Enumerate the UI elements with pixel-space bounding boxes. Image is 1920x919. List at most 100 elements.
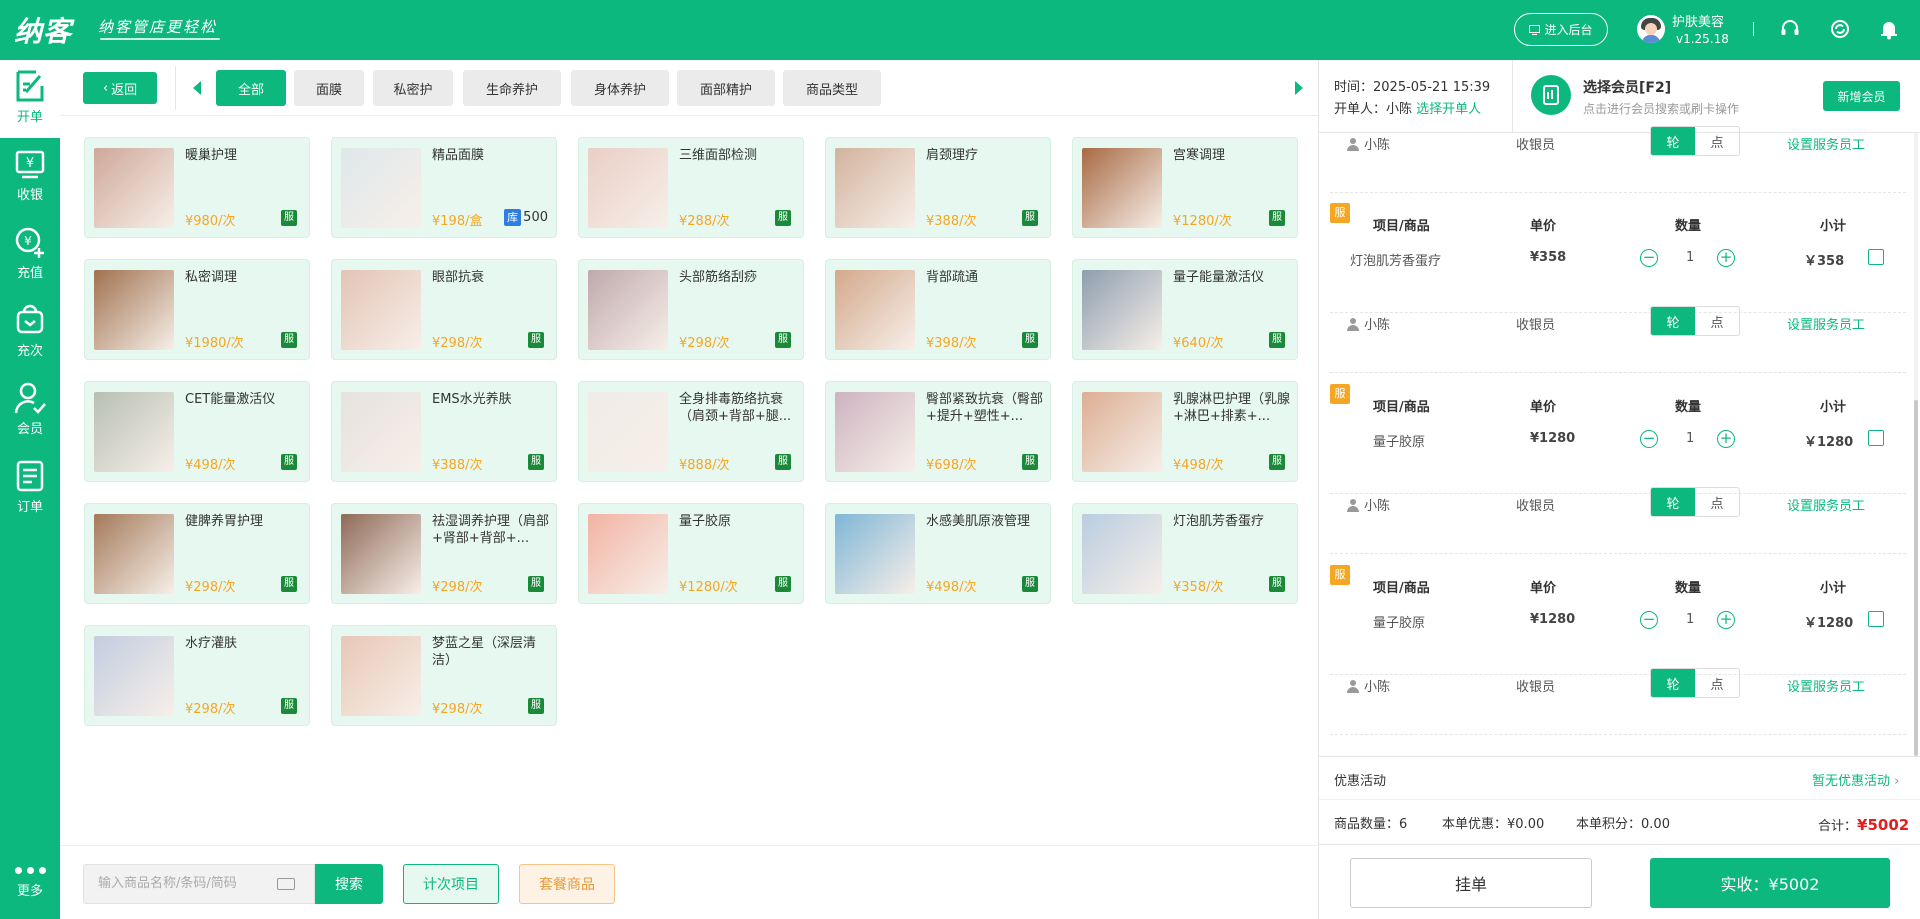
product-card[interactable]: 暖巢护理 ¥980/次 服 xyxy=(84,137,310,238)
back-button[interactable]: ‹ 返回 xyxy=(83,72,157,104)
scroll-right-icon[interactable] xyxy=(1295,81,1303,95)
search-button[interactable]: 搜索 xyxy=(315,864,383,904)
tab-product-type[interactable]: 商品类型 xyxy=(783,70,881,106)
product-image xyxy=(835,514,915,594)
product-card[interactable]: 祛湿调养护理（肩部+肾部+背部+... ¥298/次 服 xyxy=(331,503,557,604)
bell-icon[interactable] xyxy=(1878,18,1900,40)
svg-text:¥: ¥ xyxy=(26,156,34,171)
product-card[interactable]: 精品面膜 ¥198/盒 库 500 xyxy=(331,137,557,238)
product-card[interactable]: 健脾养胃护理 ¥298/次 服 xyxy=(84,503,310,604)
product-card[interactable]: 水感美肌原液管理 ¥498/次 服 xyxy=(825,503,1051,604)
set-service-staff-link[interactable]: 设置服务员工 xyxy=(1787,676,1865,695)
product-card[interactable]: 臀部紧致抗衰（臀部+提升+塑性+... ¥698/次 服 xyxy=(825,381,1051,482)
add-member-button[interactable]: 新增会员 xyxy=(1823,81,1900,111)
mode-point[interactable]: 点 xyxy=(1695,307,1739,335)
scroll-left-icon[interactable] xyxy=(193,81,201,95)
staff-person: 小陈 xyxy=(1346,676,1390,695)
product-name: 全身排毒筋络抗衰（肩颈+背部+腿... xyxy=(679,392,792,424)
tab-face-care[interactable]: 面部精护 xyxy=(677,70,775,106)
edit-icon[interactable] xyxy=(1868,611,1884,627)
mode-point[interactable]: 点 xyxy=(1695,669,1739,697)
mode-point[interactable]: 点 xyxy=(1695,127,1739,155)
tab-private-care[interactable]: 私密护 xyxy=(373,70,453,106)
product-price: ¥298/次 xyxy=(432,336,483,351)
col-qty-header: 数量 xyxy=(1675,219,1702,234)
product-card[interactable]: 眼部抗衰 ¥298/次 服 xyxy=(331,259,557,360)
nav-item-member[interactable]: 会员 xyxy=(0,372,60,450)
col-item-header: 项目/商品 xyxy=(1373,400,1430,415)
product-card[interactable]: 背部疏通 ¥398/次 服 xyxy=(825,259,1051,360)
product-card[interactable]: 头部筋络刮痧 ¥298/次 服 xyxy=(578,259,804,360)
edit-icon[interactable] xyxy=(1868,430,1884,446)
member-card-icon[interactable] xyxy=(1531,75,1571,115)
product-card[interactable]: 水疗灌肤 ¥298/次 服 xyxy=(84,625,310,726)
package-items-button[interactable]: 套餐商品 xyxy=(519,864,615,904)
product-card[interactable]: 梦蓝之星（深层清洁） ¥298/次 服 xyxy=(331,625,557,726)
nav-item-recharge-times[interactable]: 充次 xyxy=(0,294,60,372)
mode-point[interactable]: 点 xyxy=(1695,488,1739,516)
product-card[interactable]: CET能量激活仪 ¥498/次 服 xyxy=(84,381,310,482)
mode-round[interactable]: 轮 xyxy=(1651,488,1695,516)
avatar[interactable] xyxy=(1637,15,1665,43)
nav-item-cashier[interactable]: ¥ 收银 xyxy=(0,138,60,216)
mode-round[interactable]: 轮 xyxy=(1651,669,1695,697)
product-card[interactable]: 量子胶原 ¥1280/次 服 xyxy=(578,503,804,604)
refresh-icon[interactable] xyxy=(1829,18,1851,40)
product-card[interactable]: 肩颈理疗 ¥388/次 服 xyxy=(825,137,1051,238)
enter-backend-button[interactable]: 进入后台 xyxy=(1514,13,1608,46)
product-card[interactable]: 全身排毒筋络抗衰（肩颈+背部+腿... ¥888/次 服 xyxy=(578,381,804,482)
mode-round[interactable]: 轮 xyxy=(1651,127,1695,155)
minus-icon[interactable]: − xyxy=(1640,611,1658,629)
nav-item-recharge[interactable]: ¥ 充值 xyxy=(0,216,60,294)
plus-icon[interactable]: + xyxy=(1717,249,1735,267)
set-service-staff-link[interactable]: 设置服务员工 xyxy=(1787,314,1865,333)
cart-scroll-thumb[interactable] xyxy=(1914,400,1918,756)
mode-round[interactable]: 轮 xyxy=(1651,307,1695,335)
tab-body-care[interactable]: 身体养护 xyxy=(571,70,669,106)
set-service-staff-link[interactable]: 设置服务员工 xyxy=(1787,495,1865,514)
product-price: ¥298/次 xyxy=(185,702,236,717)
product-card[interactable]: 量子能量激活仪 ¥640/次 服 xyxy=(1072,259,1298,360)
select-member-title[interactable]: 选择会员[F2] xyxy=(1583,77,1671,97)
product-card[interactable]: 乳腺淋巴护理（乳腺+淋巴+排素+... ¥498/次 服 xyxy=(1072,381,1298,482)
item-count: 商品数量：6 xyxy=(1334,817,1408,832)
promo-value[interactable]: 暂无优惠活动 › xyxy=(1812,770,1899,789)
product-price: ¥198/盒 xyxy=(432,214,483,229)
set-service-staff-link[interactable]: 设置服务员工 xyxy=(1787,134,1865,153)
tab-mask[interactable]: 面膜 xyxy=(294,70,364,106)
nav-item-orders[interactable]: 订单 xyxy=(0,450,60,528)
product-price: ¥358/次 xyxy=(1173,580,1224,595)
tab-life-care[interactable]: 生命养护 xyxy=(463,70,561,106)
select-opener-link[interactable]: 选择开单人 xyxy=(1416,102,1481,117)
cart-item-subtotal: ￥358 xyxy=(1804,254,1845,269)
stock-count: 500 xyxy=(523,210,548,225)
product-card[interactable]: 灯泡肌芳香蛋疗 ¥358/次 服 xyxy=(1072,503,1298,604)
minus-icon[interactable]: − xyxy=(1640,430,1658,448)
product-name: 水疗灌肤 xyxy=(185,636,238,651)
plus-icon[interactable]: + xyxy=(1717,611,1735,629)
tab-all[interactable]: 全部 xyxy=(216,70,286,106)
keyboard-icon[interactable] xyxy=(277,878,295,890)
minus-icon[interactable]: − xyxy=(1640,249,1658,267)
person-icon xyxy=(1347,317,1359,331)
product-card[interactable]: EMS水光养肤 ¥388/次 服 xyxy=(331,381,557,482)
brand-slogan: 纳客管店更轻松 xyxy=(98,18,218,36)
product-price: ¥288/次 xyxy=(679,214,730,229)
plus-icon[interactable]: + xyxy=(1717,430,1735,448)
nav-more[interactable]: 更多 xyxy=(0,867,60,899)
product-card[interactable]: 宫寒调理 ¥1280/次 服 xyxy=(1072,137,1298,238)
staff-row: 小陈 收银员 轮点 设置服务员工 xyxy=(1330,121,1906,193)
service-badge: 服 xyxy=(1022,576,1038,592)
count-items-button[interactable]: 计次项目 xyxy=(403,864,499,904)
promo-divider xyxy=(1319,756,1920,757)
product-name: CET能量激活仪 xyxy=(185,392,276,407)
product-card[interactable]: 三维面部检测 ¥288/次 服 xyxy=(578,137,804,238)
nav-item-billing[interactable]: 开单 xyxy=(0,60,60,138)
edit-icon[interactable] xyxy=(1868,249,1884,265)
checkout-button[interactable]: 实收：¥5002 xyxy=(1650,858,1890,908)
order-opener: 开单人：小陈 选择开单人 xyxy=(1334,98,1481,117)
product-image xyxy=(94,514,174,594)
headset-icon[interactable] xyxy=(1779,18,1801,40)
hold-order-button[interactable]: 挂单 xyxy=(1350,858,1592,908)
product-card[interactable]: 私密调理 ¥1980/次 服 xyxy=(84,259,310,360)
